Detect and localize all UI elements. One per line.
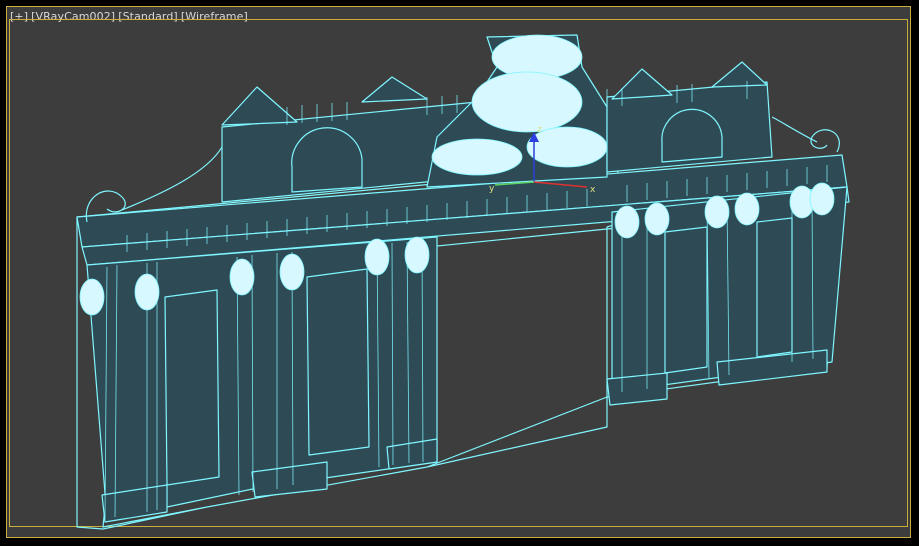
capital — [644, 202, 670, 236]
gizmo-y-label: y — [489, 184, 495, 194]
perspective-viewport[interactable]: [+][VRayCam002][Standard][Wireframe] — [6, 6, 911, 538]
capital — [279, 253, 305, 291]
right-scroll — [771, 116, 840, 153]
left-pediment — [221, 86, 298, 126]
viewport-window[interactable]: [+][VRayCam002][Standard][Wireframe] — [0, 0, 919, 546]
right-pediment — [611, 68, 673, 100]
right-pediment-2 — [711, 61, 768, 88]
right-arch-window — [661, 108, 723, 163]
right-door-2 — [756, 217, 793, 358]
capital — [809, 182, 835, 216]
gizmo-z-label: z — [537, 125, 542, 135]
capital — [734, 192, 760, 226]
capital — [704, 195, 730, 229]
left-door-2 — [306, 268, 370, 456]
left-pediment-2 — [361, 76, 428, 103]
capital — [79, 278, 105, 316]
capital — [229, 258, 255, 296]
capital — [134, 273, 160, 311]
right-base-1 — [606, 372, 668, 406]
wireframe-model[interactable]: x y z — [7, 7, 911, 538]
left-door-1 — [164, 289, 220, 486]
capital — [364, 238, 390, 276]
capital — [404, 236, 430, 274]
right-door-1 — [664, 226, 708, 374]
left-arch-window — [291, 127, 363, 193]
gizmo-x-label: x — [590, 185, 596, 195]
capital — [614, 205, 640, 239]
